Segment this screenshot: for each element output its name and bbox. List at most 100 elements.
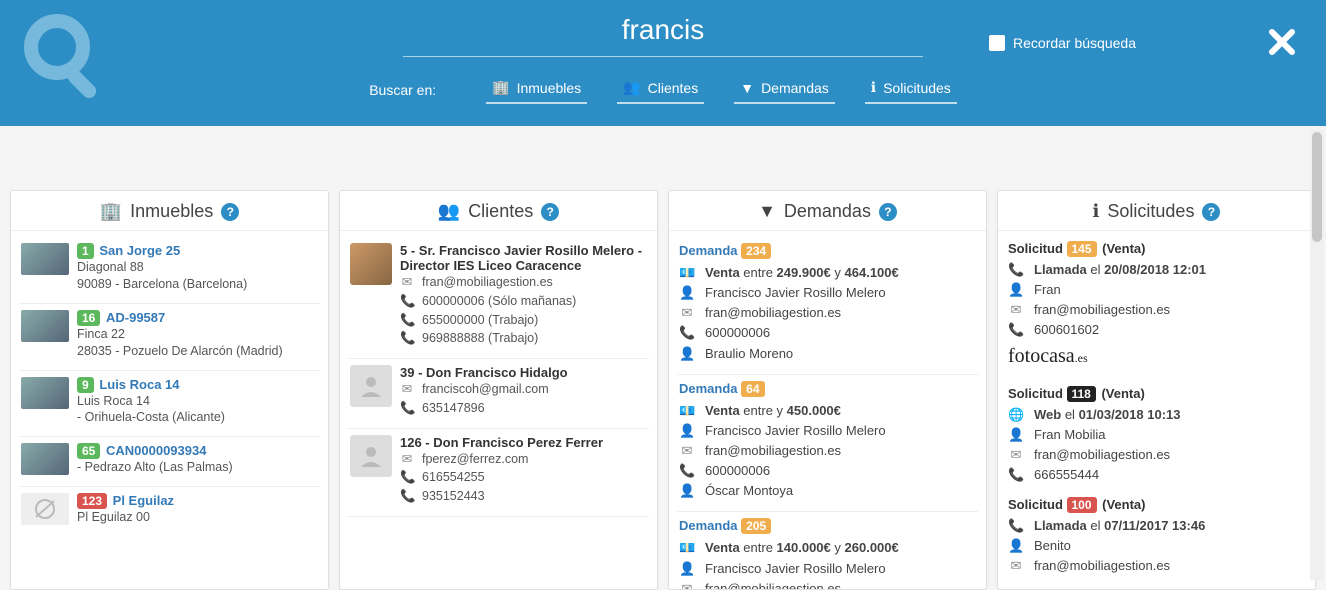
- phone-icon: 📞: [679, 323, 695, 343]
- status-badge: 123: [77, 493, 107, 509]
- demanda-badge: 64: [741, 381, 764, 397]
- tab-solicitudes[interactable]: ℹ Solicitudes: [865, 75, 957, 104]
- cliente-title: 126 - Don Francisco Perez Ferrer: [400, 435, 603, 450]
- solicitud-item[interactable]: Solicitud 118 (Venta) 🌐Web el 01/03/2018…: [1006, 382, 1307, 494]
- col-demandas: ▼ Demandas ? Demanda 234 💶Venta entre 24…: [668, 190, 987, 590]
- inmueble-item[interactable]: 1 San Jorge 25 Diagonal 88 90089 - Barce…: [19, 237, 320, 304]
- inmueble-item[interactable]: 16 AD-99587 Finca 22 28035 - Pozuelo De …: [19, 304, 320, 371]
- phone-icon: 📞: [400, 399, 414, 418]
- mail-icon: ✉: [1008, 300, 1024, 320]
- tab-clientes[interactable]: 👥 Clientes: [617, 75, 704, 104]
- cliente-item[interactable]: 39 - Don Francisco Hidalgo ✉franciscoh@g…: [348, 359, 649, 429]
- phone-icon: 📞: [1008, 516, 1024, 536]
- inmueble-title: AD-99587: [106, 310, 165, 325]
- mail-icon: ✉: [679, 441, 695, 461]
- inmueble-title: Pl Eguilaz: [113, 493, 174, 508]
- money-icon: 💶: [679, 263, 695, 283]
- status-badge: 9: [77, 377, 94, 393]
- phone-icon: 📞: [400, 329, 414, 348]
- demanda-badge: 205: [741, 518, 771, 534]
- remember-label: Recordar búsqueda: [1013, 35, 1136, 51]
- solicitud-item[interactable]: Solicitud 145 (Venta) 📞Llamada el 20/08/…: [1006, 237, 1307, 382]
- remember-search[interactable]: Recordar búsqueda: [989, 35, 1136, 51]
- col-title: Solicitudes: [1107, 201, 1194, 222]
- user-icon: 👤: [1008, 536, 1024, 556]
- users-icon: 👥: [438, 201, 460, 222]
- tab-inmuebles[interactable]: 🏢 Inmuebles: [486, 75, 587, 104]
- mail-icon: ✉: [400, 273, 414, 292]
- mail-icon: ✉: [679, 303, 695, 323]
- inmueble-title: CAN0000093934: [106, 443, 206, 458]
- inmueble-title: Luis Roca 14: [99, 377, 179, 392]
- phone-icon: 📞: [400, 487, 414, 506]
- info-icon: ℹ: [871, 79, 876, 96]
- mail-icon: ✉: [679, 579, 695, 589]
- status-badge: 1: [77, 243, 94, 259]
- magnifier-icon: [15, 5, 115, 110]
- demanda-item[interactable]: Demanda 234 💶Venta entre 249.900€ y 464.…: [677, 237, 978, 375]
- phone-icon: 📞: [400, 468, 414, 487]
- phone-icon: 📞: [1008, 320, 1024, 340]
- help-icon[interactable]: ?: [879, 203, 897, 221]
- user-icon: 👤: [679, 344, 695, 364]
- info-icon: ℹ: [1093, 201, 1100, 222]
- filter-icon: ▼: [758, 201, 776, 222]
- mail-icon: ✉: [1008, 556, 1024, 576]
- col-solicitudes: ℹ Solicitudes ? Solicitud 145 (Venta) 📞L…: [997, 190, 1316, 590]
- solicitud-badge: 100: [1067, 497, 1097, 513]
- cliente-item[interactable]: 5 - Sr. Francisco Javier Rosillo Melero …: [348, 237, 649, 359]
- inmueble-item[interactable]: 65 CAN0000093934 - Pedrazo Alto (Las Pal…: [19, 437, 320, 487]
- avatar: [350, 243, 392, 285]
- user-icon: 👤: [679, 481, 695, 501]
- user-icon: 👤: [1008, 280, 1024, 300]
- phone-icon: 📞: [1008, 260, 1024, 280]
- col-inmuebles: 🏢 Inmuebles ? 1 San Jorge 25 Diagonal 88…: [10, 190, 329, 590]
- demanda-badge: 234: [741, 243, 771, 259]
- page-scrollbar[interactable]: [1310, 130, 1324, 580]
- status-badge: 65: [77, 443, 100, 459]
- mail-icon: ✉: [400, 380, 414, 399]
- money-icon: 💶: [679, 401, 695, 421]
- close-icon[interactable]: [1268, 28, 1296, 61]
- brand-logo: fotocasa.es: [1008, 345, 1305, 368]
- cliente-title: 5 - Sr. Francisco Javier Rosillo Melero …: [400, 243, 647, 273]
- inmueble-item[interactable]: 9 Luis Roca 14 Luis Roca 14 - Orihuela-C…: [19, 371, 320, 438]
- demanda-item[interactable]: Demanda 205 💶Venta entre 140.000€ y 260.…: [677, 512, 978, 589]
- property-thumb: [21, 310, 69, 342]
- remember-checkbox[interactable]: [989, 35, 1005, 51]
- property-thumb: [21, 243, 69, 275]
- col-title: Demandas: [784, 201, 871, 222]
- inmueble-item[interactable]: 123 Pl Eguilaz Pl Eguilaz 00: [19, 487, 320, 536]
- phone-icon: 📞: [1008, 465, 1024, 485]
- solicitud-badge: 145: [1067, 241, 1097, 257]
- phone-icon: 📞: [400, 292, 414, 311]
- status-badge: 16: [77, 310, 100, 326]
- search-tabs: Buscar en: 🏢 Inmuebles 👥 Clientes ▼ Dema…: [0, 75, 1326, 104]
- mail-icon: ✉: [1008, 445, 1024, 465]
- col-title: Clientes: [468, 201, 533, 222]
- placeholder-icon: [21, 493, 69, 525]
- help-icon[interactable]: ?: [541, 203, 559, 221]
- demanda-item[interactable]: Demanda 64 💶Venta entre y 450.000€👤Franc…: [677, 375, 978, 513]
- help-icon[interactable]: ?: [1202, 203, 1220, 221]
- col-title: Inmuebles: [130, 201, 213, 222]
- money-icon: 💶: [679, 538, 695, 558]
- cliente-title: 39 - Don Francisco Hidalgo: [400, 365, 568, 380]
- user-icon: 👤: [679, 421, 695, 441]
- inmueble-title: San Jorge 25: [99, 243, 180, 258]
- user-icon: 👤: [1008, 425, 1024, 445]
- property-thumb: [21, 443, 69, 475]
- help-icon[interactable]: ?: [221, 203, 239, 221]
- avatar-placeholder: [350, 435, 392, 477]
- user-icon: 👤: [679, 283, 695, 303]
- cliente-item[interactable]: 126 - Don Francisco Perez Ferrer ✉fperez…: [348, 429, 649, 517]
- solicitud-item[interactable]: Solicitud 100 (Venta) 📞Llamada el 07/11/…: [1006, 493, 1307, 584]
- users-icon: 👥: [623, 79, 640, 96]
- property-thumb: [21, 377, 69, 409]
- search-input[interactable]: [403, 8, 923, 57]
- globe-icon: 🌐: [1008, 405, 1024, 425]
- phone-icon: 📞: [679, 461, 695, 481]
- search-header: Recordar búsqueda Buscar en: 🏢 Inmuebles…: [0, 0, 1326, 126]
- avatar-placeholder: [350, 365, 392, 407]
- tab-demandas[interactable]: ▼ Demandas: [734, 75, 835, 104]
